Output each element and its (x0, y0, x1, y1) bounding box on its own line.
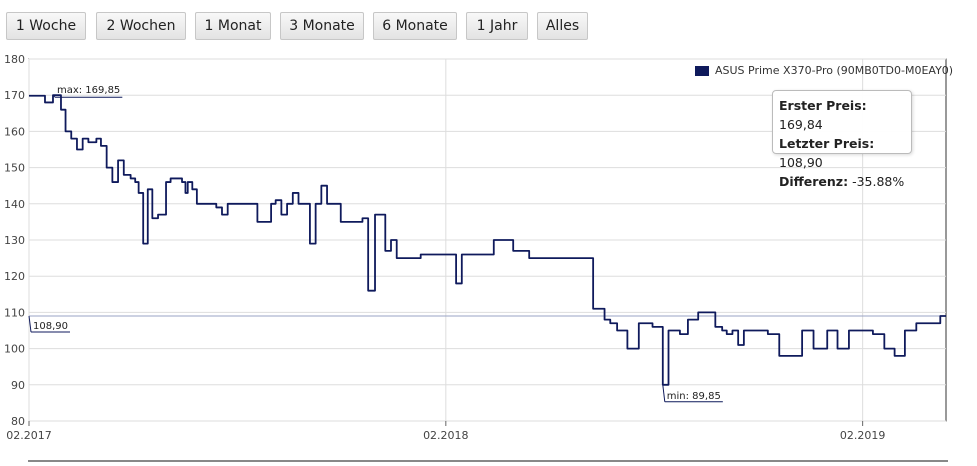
first-price-row: Erster Preis: 169,84 (779, 96, 905, 134)
difference-value: -35.88% (852, 174, 905, 189)
y-tick-label: 100 (4, 343, 25, 356)
current-annotation-label: 108,90 (33, 321, 68, 332)
x-tick-label: 02.2019 (840, 429, 886, 442)
range-2-weeks-button[interactable]: 2 Wochen (96, 12, 186, 40)
y-tick-label: 180 (4, 53, 25, 66)
x-tick-label: 02.2018 (423, 429, 469, 442)
last-price-label: Letzter Preis: (779, 136, 875, 151)
last-price-value: 108,90 (779, 155, 823, 170)
legend-swatch (695, 65, 709, 76)
price-stats-box: Erster Preis: 169,84 Letzter Preis: 108,… (772, 90, 912, 189)
y-tick-label: 90 (11, 379, 25, 392)
x-tick-label: 02.2017 (6, 429, 52, 442)
range-1-month-button[interactable]: 1 Monat (195, 12, 271, 40)
max-annotation-label: max: 169,85 (57, 85, 120, 96)
difference-label: Differenz: (779, 174, 849, 189)
last-price-row: Letzter Preis: 108,90 (779, 134, 905, 172)
y-tick-label: 140 (4, 198, 25, 211)
legend[interactable]: ASUS Prime X370-Pro (90MB0TD0-M0EAY0) (695, 64, 953, 77)
y-tick-label: 160 (4, 125, 25, 138)
range-3-months-button[interactable]: 3 Monate (280, 12, 364, 40)
bottom-border (28, 460, 948, 466)
range-1-year-button[interactable]: 1 Jahr (466, 12, 528, 40)
y-tick-label: 170 (4, 89, 25, 102)
y-tick-label: 110 (4, 306, 25, 319)
range-6-months-button[interactable]: 6 Monate (373, 12, 457, 40)
y-tick-label: 130 (4, 234, 25, 247)
y-tick-label: 80 (11, 415, 25, 428)
range-all-button[interactable]: Alles (537, 12, 588, 40)
legend-label: ASUS Prime X370-Pro (90MB0TD0-M0EAY0) (715, 64, 954, 77)
y-tick-label: 150 (4, 162, 25, 175)
y-tick-label: 120 (4, 270, 25, 283)
first-price-label: Erster Preis: (779, 98, 867, 113)
min-annotation-label: min: 89,85 (667, 391, 721, 402)
range-1-week-button[interactable]: 1 Woche (6, 12, 86, 40)
first-price-value: 169,84 (779, 117, 823, 132)
difference-row: Differenz: -35.88% (779, 172, 905, 191)
